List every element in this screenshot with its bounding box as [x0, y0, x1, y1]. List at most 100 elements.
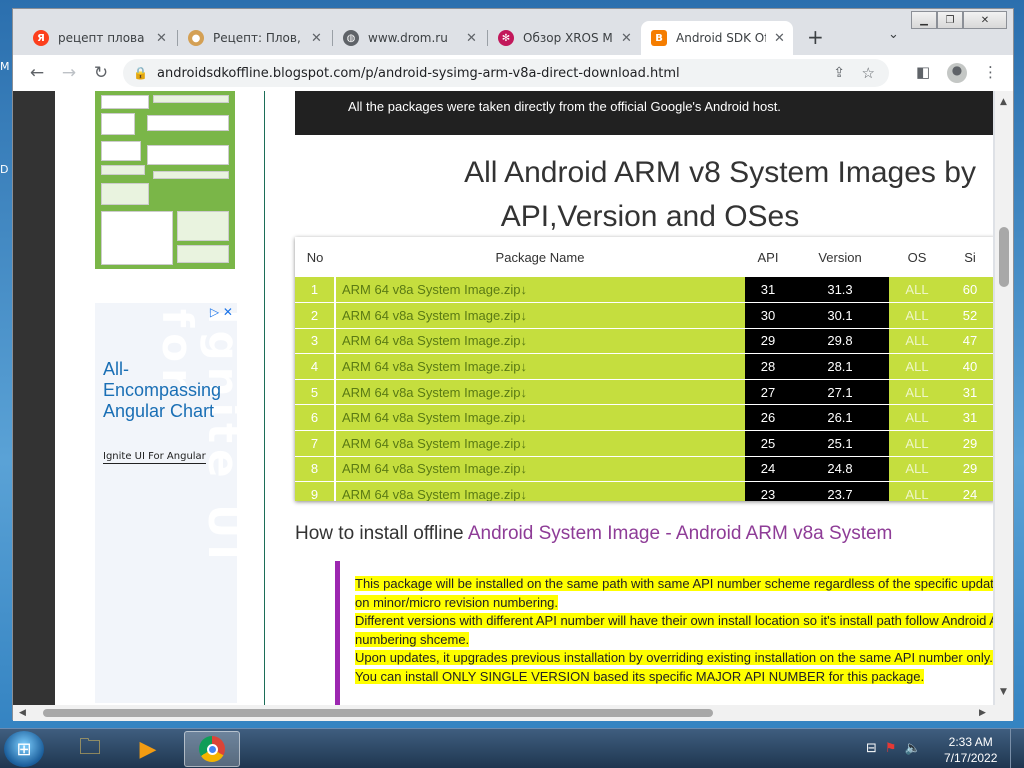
- reload-icon[interactable]: ↻: [85, 63, 117, 83]
- media-player-icon[interactable]: ▶: [120, 731, 176, 767]
- scroll-left-icon[interactable]: ◀: [19, 708, 26, 718]
- desktop-icon-fragment[interactable]: M: [0, 60, 10, 73]
- scroll-right-icon[interactable]: ▶: [979, 708, 986, 718]
- row-os: ALL: [889, 302, 945, 329]
- table-row: 6 ARM 64 v8a System Image.zip↓ 26 26.1 ALL 31: [295, 404, 993, 432]
- close-icon[interactable]: ✕: [774, 31, 785, 46]
- row-no: 2: [295, 302, 335, 329]
- table-row: 7 ARM 64 v8a System Image.zip↓ 25 25.1 ALL 29: [295, 430, 993, 457]
- ad-watermark: Ignite UI: [199, 309, 237, 566]
- vertical-scrollbar[interactable]: ▲ ▼: [995, 91, 1013, 705]
- network-icon[interactable]: ⊟: [866, 741, 877, 756]
- close-window-button[interactable]: ✕: [963, 11, 1007, 29]
- desktop-icon-fragment-2[interactable]: D: [0, 163, 8, 176]
- row-no: 6: [295, 404, 335, 432]
- row-os: ALL: [889, 277, 945, 304]
- bookmark-star-icon[interactable]: ☆: [862, 64, 875, 82]
- minimize-button[interactable]: ▁: [911, 11, 937, 29]
- profile-icon[interactable]: ●: [947, 63, 967, 83]
- scroll-up-icon[interactable]: ▲: [1000, 97, 1007, 107]
- xros-icon: ✻: [498, 30, 514, 46]
- tab-strip: Я рецепт плова — ✕ ● Рецепт: Плов, ко ✕ …: [13, 9, 1013, 55]
- row-package-link[interactable]: ARM 64 v8a System Image.zip↓: [334, 404, 745, 432]
- scroll-down-icon[interactable]: ▼: [1000, 687, 1007, 697]
- page-viewport: Ignite UI for ▷ ✕ All-Encompassing Angul…: [13, 91, 993, 705]
- start-button[interactable]: ⊞: [4, 731, 44, 767]
- clock-date: 7/17/2022: [944, 751, 998, 765]
- col-header-os: OS: [907, 249, 927, 265]
- row-package-link[interactable]: ARM 64 v8a System Image.zip↓: [334, 353, 745, 380]
- file-explorer-icon[interactable]: 🗀: [62, 731, 118, 767]
- close-icon[interactable]: ✕: [466, 31, 477, 46]
- new-tab-button[interactable]: +: [807, 25, 824, 49]
- volume-icon[interactable]: 🔈: [905, 741, 921, 756]
- system-clock[interactable]: 2:33 AM 7/17/2022: [944, 734, 997, 766]
- row-package-link[interactable]: ARM 64 v8a System Image.zip↓: [334, 481, 745, 501]
- row-api: 30: [745, 302, 791, 329]
- row-api: 29: [745, 328, 791, 355]
- restore-button[interactable]: ❐: [937, 11, 963, 29]
- row-size: 31: [945, 379, 993, 406]
- row-api: 26: [745, 404, 791, 432]
- note-3: Upon updates, it upgrades previous insta…: [355, 650, 993, 665]
- install-heading: How to install offline Android System Im…: [295, 523, 892, 545]
- forward-icon[interactable]: →: [53, 63, 85, 83]
- row-version: 31.3: [791, 277, 889, 304]
- ad-choices-icon[interactable]: ▷ ✕: [210, 305, 233, 319]
- advertisement[interactable]: Ignite UI for ▷ ✕ All-Encompassing Angul…: [95, 303, 237, 703]
- share-icon[interactable]: ⇪: [833, 65, 845, 81]
- tab-title: Android SDK Off: [676, 31, 766, 45]
- row-api: 25: [745, 430, 791, 457]
- chrome-taskbar-icon[interactable]: [184, 731, 240, 767]
- row-os: ALL: [889, 481, 945, 501]
- ad-cta-link[interactable]: Ignite UI For Angular: [103, 451, 206, 464]
- tab-search-icon[interactable]: ⌄: [888, 27, 899, 42]
- row-size: 52: [945, 302, 993, 329]
- close-icon[interactable]: ✕: [156, 31, 167, 46]
- browser-window: Я рецепт плова — ✕ ● Рецепт: Плов, ко ✕ …: [12, 8, 1014, 721]
- table-row: 9 ARM 64 v8a System Image.zip↓ 23 23.7 ALL 24: [295, 481, 993, 501]
- tab-2[interactable]: ◍ www.drom.ru ✕: [333, 21, 488, 55]
- tab-3[interactable]: ✻ Обзор XROS MIN ✕: [488, 21, 643, 55]
- table-row: 2 ARM 64 v8a System Image.zip↓ 30 30.1 ALL 52: [295, 302, 993, 329]
- address-bar[interactable]: 🔒 androidsdkoffline.blogspot.com/p/andro…: [123, 59, 889, 87]
- close-icon[interactable]: ✕: [621, 31, 632, 46]
- system-tray: ⊟ ⚑ 🔈: [866, 741, 921, 756]
- row-version: 26.1: [791, 404, 889, 432]
- clock-time: 2:33 AM: [948, 735, 993, 749]
- back-icon[interactable]: ←: [21, 63, 53, 83]
- tab-4[interactable]: B Android SDK Off ✕: [641, 21, 793, 55]
- table-row: 5 ARM 64 v8a System Image.zip↓ 27 27.1 ALL 31: [295, 379, 993, 406]
- vertical-scroll-thumb[interactable]: [999, 227, 1009, 287]
- row-version: 30.1: [791, 302, 889, 329]
- row-package-link[interactable]: ARM 64 v8a System Image.zip↓: [334, 379, 745, 406]
- close-icon[interactable]: ✕: [311, 31, 322, 46]
- ad-headline[interactable]: All-Encompassing Angular Chart: [103, 359, 233, 422]
- horizontal-scrollbar[interactable]: ◀ ▶: [13, 705, 1013, 721]
- tab-0[interactable]: Я рецепт плова — ✕: [23, 21, 178, 55]
- sidebar-guide-image[interactable]: [95, 91, 235, 269]
- url-text[interactable]: androidsdkoffline.blogspot.com/p/android…: [157, 66, 680, 81]
- install-heading-link[interactable]: Android System Image - Android ARM v8a S…: [468, 523, 893, 544]
- row-package-link[interactable]: ARM 64 v8a System Image.zip↓: [334, 430, 745, 457]
- row-package-link[interactable]: ARM 64 v8a System Image.zip↓: [334, 456, 745, 483]
- row-os: ALL: [889, 430, 945, 457]
- tab-1[interactable]: ● Рецепт: Плов, ко ✕: [178, 21, 333, 55]
- tab-title: Рецепт: Плов, ко: [213, 31, 303, 45]
- row-package-link[interactable]: ARM 64 v8a System Image.zip↓: [334, 328, 745, 355]
- lock-icon[interactable]: 🔒: [133, 66, 148, 80]
- table-row: 8 ARM 64 v8a System Image.zip↓ 24 24.8 ALL 29: [295, 456, 993, 483]
- row-os: ALL: [889, 404, 945, 432]
- page-heading: All Android ARM v8 System Images by API,…: [335, 151, 993, 239]
- action-center-icon[interactable]: ⚑: [885, 741, 897, 756]
- row-package-link[interactable]: ARM 64 v8a System Image.zip↓: [334, 277, 745, 304]
- horizontal-scroll-thumb[interactable]: [43, 709, 713, 717]
- install-heading-text: How to install offline: [295, 523, 468, 544]
- row-package-link[interactable]: ARM 64 v8a System Image.zip↓: [334, 302, 745, 329]
- show-desktop-button[interactable]: [1010, 729, 1024, 768]
- blogger-icon: B: [651, 30, 667, 46]
- sidebar-icon[interactable]: ◧: [916, 63, 930, 81]
- blog-sidebar: Ignite UI for ▷ ✕ All-Encompassing Angul…: [55, 91, 265, 705]
- menu-kebab-icon[interactable]: ⋮: [983, 63, 998, 81]
- note-4: You can install ONLY SINGLE VERSION base…: [355, 668, 925, 684]
